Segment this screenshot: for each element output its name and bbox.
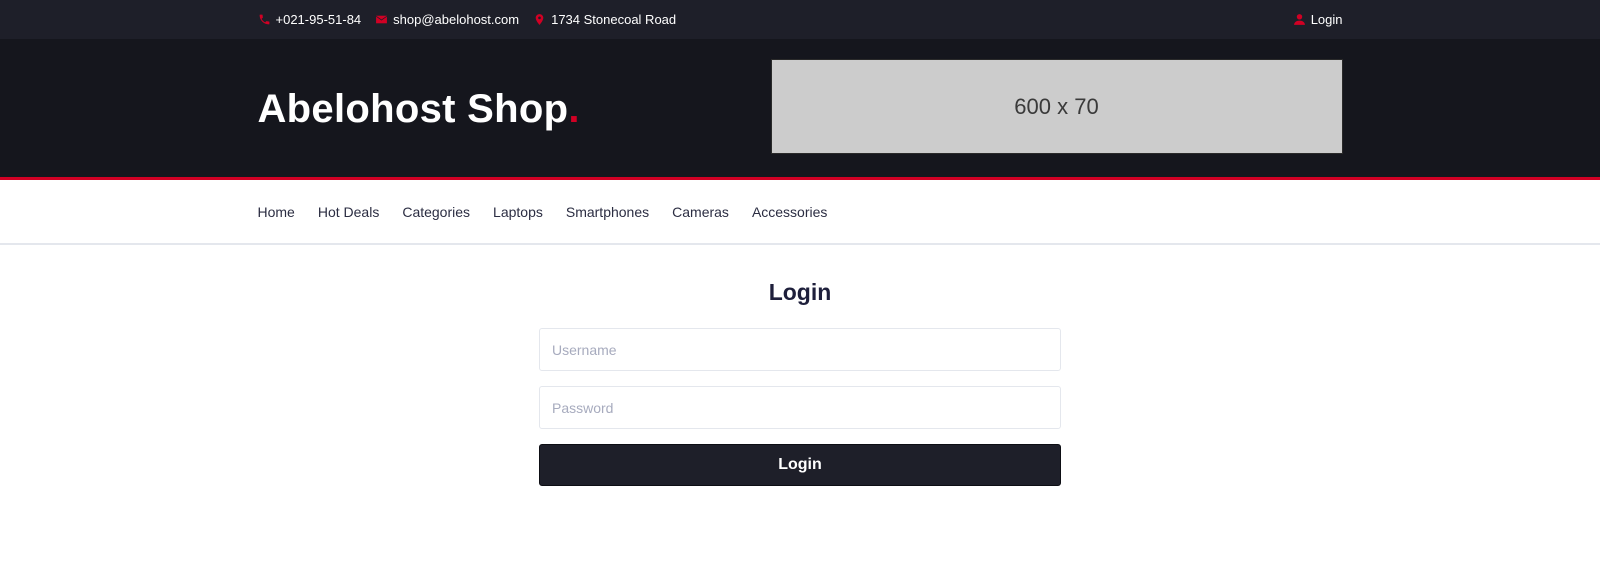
nav-item-categories[interactable]: Categories — [402, 204, 470, 220]
map-marker-icon — [533, 13, 546, 26]
ad-banner-placeholder: 600 x 70 — [770, 59, 1343, 154]
nav-item-cameras[interactable]: Cameras — [672, 204, 729, 220]
envelope-icon — [375, 13, 388, 26]
site-logo-text: Abelohost Shop — [257, 87, 569, 131]
nav-item-home[interactable]: Home — [258, 204, 295, 220]
login-title: Login — [768, 279, 832, 305]
nav-item-hot-deals[interactable]: Hot Deals — [318, 204, 379, 220]
nav-item-accessories[interactable]: Accessories — [752, 204, 827, 220]
main-header-container: Abelohost Shop. 600 x 70 — [258, 39, 1343, 180]
nav-item-smartphones[interactable]: Smartphones — [566, 204, 649, 220]
address-link[interactable]: 1734 Stonecoal Road — [533, 12, 676, 27]
email-text: shop@abelohost.com — [393, 12, 520, 27]
main-header: Abelohost Shop. 600 x 70 — [0, 39, 1600, 180]
account-login-label: Login — [1310, 12, 1343, 27]
navigation-bar: Home Hot Deals Categories Laptops Smartp… — [0, 180, 1600, 245]
login-section: Login Login — [0, 279, 1600, 486]
phone-link[interactable]: +021-95-51-84 — [258, 12, 362, 27]
nav-list: Home Hot Deals Categories Laptops Smartp… — [258, 180, 1343, 243]
user-icon — [1293, 13, 1306, 26]
phone-icon — [258, 13, 271, 26]
username-input[interactable] — [539, 328, 1061, 371]
email-link[interactable]: shop@abelohost.com — [375, 12, 519, 27]
top-bar-container: +021-95-51-84 shop@abelohost.com 1734 St… — [258, 0, 1343, 39]
login-submit-button[interactable]: Login — [539, 444, 1061, 486]
top-bar: +021-95-51-84 shop@abelohost.com 1734 St… — [0, 0, 1600, 39]
account-login-link[interactable]: Login — [1293, 12, 1343, 27]
header-contact-links: +021-95-51-84 shop@abelohost.com 1734 St… — [258, 12, 691, 27]
site-logo-dot: . — [568, 87, 580, 131]
ad-banner-text: 600 x 70 — [1014, 93, 1099, 119]
address-text: 1734 Stonecoal Road — [551, 12, 677, 27]
login-form: Login — [539, 328, 1061, 486]
password-input[interactable] — [539, 386, 1061, 429]
phone-text: +021-95-51-84 — [275, 12, 362, 27]
site-logo[interactable]: Abelohost Shop. — [258, 87, 580, 132]
nav-item-laptops[interactable]: Laptops — [493, 204, 543, 220]
